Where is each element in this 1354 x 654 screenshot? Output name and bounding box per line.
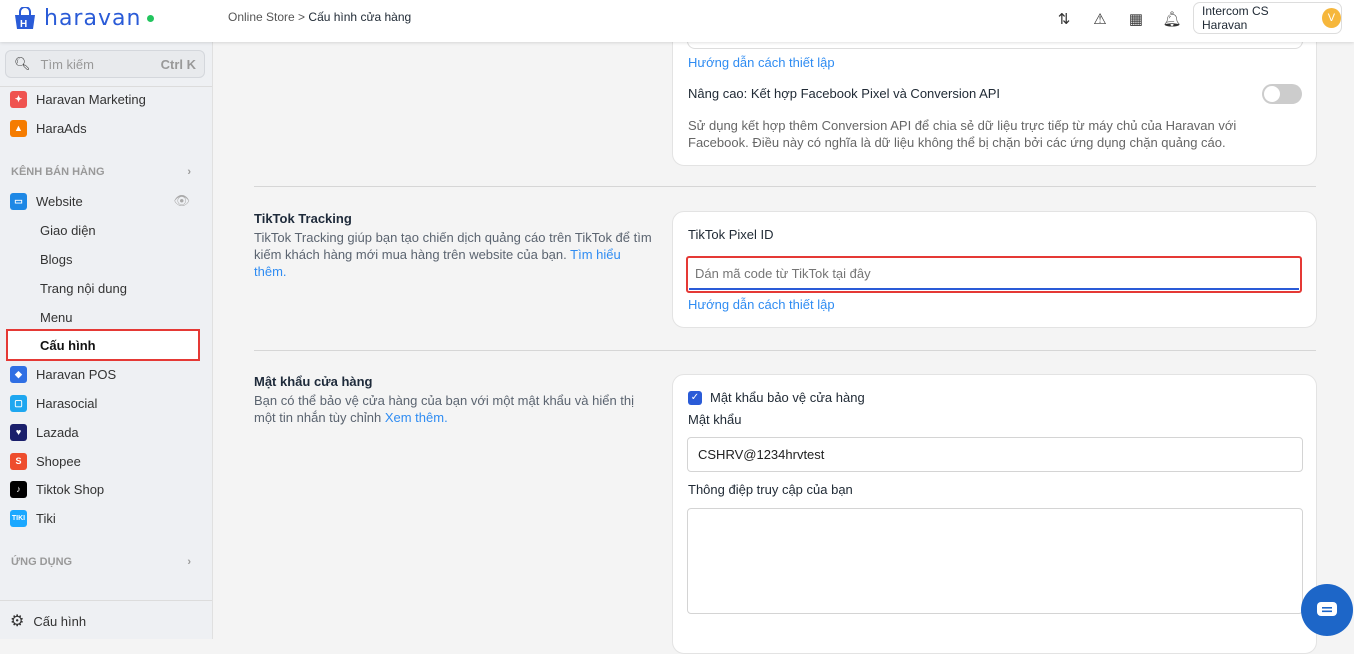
sidebar-item-label: Website xyxy=(36,193,83,209)
sidebar-item-tiki[interactable]: TIKI Tiki xyxy=(10,507,56,529)
sidebar-subitem-menu[interactable]: Menu xyxy=(40,310,73,325)
chat-button[interactable] xyxy=(1301,584,1353,636)
user-name: Intercom CS Haravan xyxy=(1202,4,1269,32)
sidebar-item-website[interactable]: ▭ Website 👁︎ xyxy=(10,190,190,212)
haravan-logo[interactable]: H haravan xyxy=(12,6,155,31)
breadcrumb-current: Cấu hình cửa hàng xyxy=(308,10,412,24)
sidebar-item-label: Cấu hình xyxy=(33,613,87,629)
feedback-icon[interactable]: ⚠ xyxy=(1089,8,1111,30)
breadcrumb-online-store[interactable]: Online Store xyxy=(228,10,295,24)
message-label: Thông điệp truy cập của bạn xyxy=(688,482,853,497)
password-section-info: Mật khẩu cửa hàng Bạn có thể bảo vệ cửa … xyxy=(254,374,654,426)
breadcrumb-separator: > xyxy=(298,10,306,24)
transfer-icon[interactable]: ⇅ xyxy=(1053,8,1075,30)
password-input[interactable] xyxy=(687,437,1303,472)
search-icon: 🔍︎ xyxy=(14,56,31,71)
eye-icon[interactable]: 👁︎ xyxy=(173,193,190,209)
sidebar-subitem-pages[interactable]: Trang nội dung xyxy=(40,281,127,296)
divider xyxy=(0,600,212,601)
online-status-dot xyxy=(147,15,155,22)
protect-label: Mật khẩu bảo vệ cửa hàng xyxy=(710,390,865,405)
sidebar-item-haravan-marketing[interactable]: ✦ Haravan Marketing xyxy=(10,88,146,110)
tiki-icon: TIKI xyxy=(10,509,27,527)
advanced-desc: Sử dụng kết hợp thêm Conversion API để c… xyxy=(688,118,1237,150)
sidebar-subitem-giao-dien[interactable]: Giao diện xyxy=(40,223,96,238)
pos-icon: ◆ xyxy=(10,365,27,383)
user-menu[interactable]: Intercom CS Haravan V xyxy=(1193,2,1342,34)
section-apps[interactable]: ỨNG DỤNG › xyxy=(11,556,191,568)
chevron-right-icon: › xyxy=(187,166,191,178)
lazada-icon: ♥ xyxy=(10,423,27,441)
tiktok-pixel-input[interactable] xyxy=(689,259,1299,290)
section-title: Mật khẩu cửa hàng xyxy=(254,374,373,389)
sidebar-item-label: Haravan Marketing xyxy=(36,91,146,107)
divider xyxy=(254,186,1316,187)
sidebar-item-label: Tiki xyxy=(36,510,56,526)
marketing-icon: ✦ xyxy=(10,90,27,108)
search-shortcut: Ctrl K xyxy=(160,56,196,72)
advanced-label: Nâng cao: Kết hợp Facebook Pixel và Conv… xyxy=(688,86,1001,101)
sidebar-item-lazada[interactable]: ♥ Lazada xyxy=(10,421,79,443)
sidebar-item-haraads[interactable]: ▲ HaraAds xyxy=(10,117,87,139)
highlight-box xyxy=(6,329,200,361)
password-label: Mật khẩu xyxy=(688,412,742,427)
section-label: ỨNG DỤNG xyxy=(11,556,73,568)
tiktok-guide-link[interactable]: Hướng dẫn cách thiết lập xyxy=(688,297,835,312)
sidebar-subitem-blogs[interactable]: Blogs xyxy=(40,252,73,267)
sidebar-item-label: Harasocial xyxy=(36,395,98,411)
haraads-icon: ▲ xyxy=(10,119,27,137)
section-desc: Bạn có thể bảo vệ cửa hàng của bạn với m… xyxy=(254,392,654,426)
sidebar-item-shopee[interactable]: S Shopee xyxy=(10,450,81,472)
bell-icon[interactable]: 🔔︎ xyxy=(1161,8,1183,30)
facebook-guide-link[interactable]: Hướng dẫn cách thiết lập xyxy=(688,55,835,70)
sidebar-item-haravan-pos[interactable]: ◆ Haravan POS xyxy=(10,363,116,385)
message-textarea[interactable] xyxy=(687,508,1303,614)
divider xyxy=(0,86,212,87)
conversion-api-toggle[interactable] xyxy=(1262,84,1302,104)
chevron-right-icon: › xyxy=(187,556,191,568)
breadcrumb: Online Store > Cấu hình cửa hàng xyxy=(228,10,411,24)
search-placeholder: Tìm kiếm xyxy=(40,56,94,72)
sidebar-item-label: Shopee xyxy=(36,453,81,469)
chat-icon xyxy=(1317,602,1337,616)
highlight-box xyxy=(686,256,1302,293)
divider xyxy=(254,350,1316,351)
protect-checkbox-row[interactable]: ✓ Mật khẩu bảo vệ cửa hàng xyxy=(688,390,865,405)
gear-icon: ⚙ xyxy=(10,613,25,630)
tiktok-icon: ♪ xyxy=(10,480,27,498)
section-title: TikTok Tracking xyxy=(254,211,352,226)
sidebar-item-settings[interactable]: ⚙ Cấu hình xyxy=(10,610,86,632)
tiktok-card: TikTok Pixel ID Hướng dẫn cách thiết lập xyxy=(672,211,1317,328)
sidebar: 🔍︎ Tìm kiếm Ctrl K ✦ Haravan Marketing ▲ H… xyxy=(0,42,213,639)
sidebar-item-tiktok-shop[interactable]: ♪ Tiktok Shop xyxy=(10,478,104,500)
checkbox-checked-icon[interactable]: ✓ xyxy=(688,390,702,405)
section-label: KÊNH BÁN HÀNG xyxy=(11,166,105,178)
shopee-icon: S xyxy=(10,452,27,470)
top-bar: H haravan Online Store > Cấu hình cửa hà… xyxy=(0,0,1354,42)
svg-text:H: H xyxy=(20,19,27,30)
website-icon: ▭ xyxy=(10,192,27,210)
sidebar-item-label: Haravan POS xyxy=(36,366,117,382)
harasocial-icon: ▢ xyxy=(10,394,27,412)
apps-grid-icon[interactable]: ▦ xyxy=(1125,8,1147,30)
shopping-bag-icon: H xyxy=(15,6,35,30)
avatar: V xyxy=(1321,8,1341,28)
sidebar-item-label: HaraAds xyxy=(36,120,87,136)
pixel-label: TikTok Pixel ID xyxy=(688,227,774,242)
search-input[interactable]: 🔍︎ Tìm kiếm Ctrl K xyxy=(5,50,205,78)
logo-text: haravan xyxy=(44,6,142,31)
password-card: ✓ Mật khẩu bảo vệ cửa hàng Mật khẩu Thôn… xyxy=(672,374,1317,654)
sidebar-item-label: Tiktok Shop xyxy=(36,481,105,497)
see-more-link[interactable]: Xem thêm. xyxy=(385,410,448,425)
tiktok-section-info: TikTok Tracking TikTok Tracking giúp bạn… xyxy=(254,211,654,280)
sidebar-item-label: Lazada xyxy=(36,424,79,440)
section-sales-channels[interactable]: KÊNH BÁN HÀNG › xyxy=(11,166,191,178)
sidebar-subitem-settings[interactable]: Cấu hình xyxy=(40,338,96,353)
section-desc: TikTok Tracking giúp bạn tạo chiến dịch … xyxy=(254,229,654,280)
sidebar-item-harasocial[interactable]: ▢ Harasocial xyxy=(10,392,97,414)
